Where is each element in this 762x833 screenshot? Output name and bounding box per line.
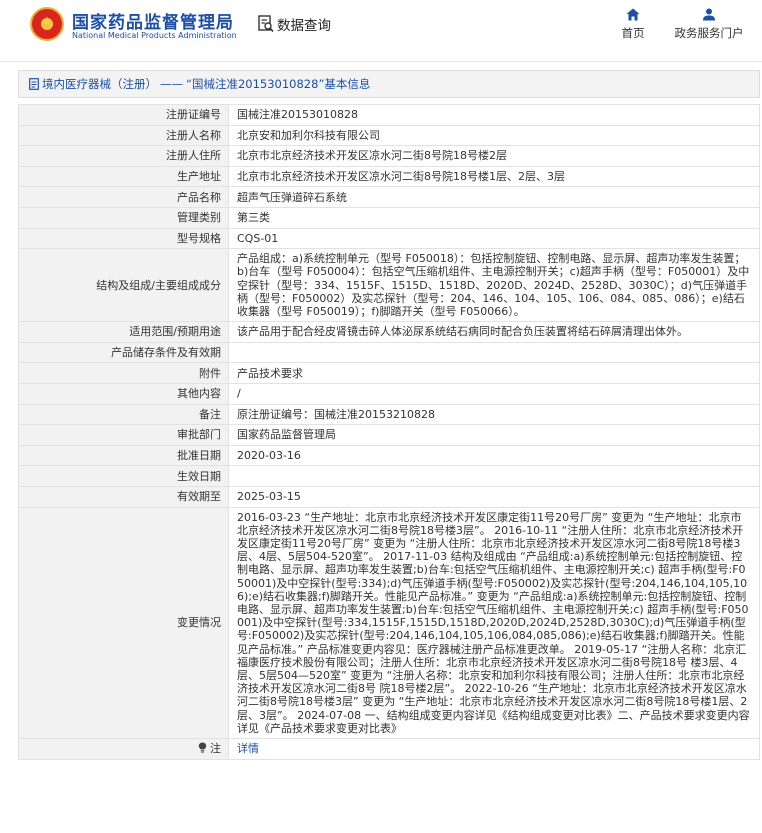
field-label: 注 [210, 742, 221, 756]
field-value-management-class: 第三类 [228, 206, 760, 229]
field-label: 结构及组成/主要组成成分 [18, 248, 229, 323]
table-row: 备注 原注册证编号：国械注准20153210828 [18, 403, 760, 426]
field-label: 备注 [18, 403, 229, 426]
field-value-approval-date: 2020-03-16 [228, 444, 760, 467]
field-label: 审批部门 [18, 424, 229, 446]
registration-info-table: 注册证编号 国械注准20153010828 注册人名称 北京安和加利尔科技有限公… [18, 104, 760, 760]
field-value-registrant-address: 北京市北京经济技术开发区凉水河二街8号院18号楼2层 [228, 145, 760, 167]
field-value-production-address: 北京市北京经济技术开发区凉水河二街8号院18号楼1层、2层、3层 [228, 165, 760, 188]
table-row: 其他内容 / [18, 382, 760, 405]
national-emblem-icon: ★ [30, 7, 64, 41]
field-value-change-history: 2016-03-23 “生产地址：北京市北京经济技术开发区康定街11号20号厂房… [228, 506, 760, 739]
table-row: 批准日期 2020-03-16 [18, 444, 760, 467]
field-value-remarks: 原注册证编号：国械注准20153210828 [228, 403, 760, 426]
field-label: 注册证编号 [18, 104, 229, 126]
field-label: 适用范围/预期用途 [18, 321, 229, 343]
field-label: 注册人名称 [18, 124, 229, 147]
details-cell: 详情 [228, 737, 760, 760]
field-value-attachment: 产品技术要求 [228, 362, 760, 384]
breadcrumb-separator: —— [160, 77, 183, 91]
table-row: 审批部门 国家药品监督管理局 [18, 424, 760, 446]
field-label: 附件 [18, 362, 229, 384]
field-value-storage [228, 341, 760, 364]
field-label: 生效日期 [18, 465, 229, 487]
field-value-registrant-name: 北京安和加利尔科技有限公司 [228, 124, 760, 147]
field-value-valid-until: 2025-03-15 [228, 485, 760, 508]
breadcrumb: 境内医疗器械（注册） —— “国械注准20153010828”基本信息 [18, 70, 760, 98]
table-row: 注册人名称 北京安和加利尔科技有限公司 [18, 124, 760, 147]
field-label: 变更情况 [18, 506, 229, 739]
nav-home[interactable]: 首页 [618, 8, 648, 41]
table-row: 注 详情 [18, 737, 760, 760]
field-value-structure: 产品组成：a)系统控制单元（型号 F050018）：包括控制旋钮、控制电路、显示… [228, 248, 760, 323]
breadcrumb-record-title: “国械注准20153010828”基本信息 [186, 77, 371, 91]
nav-home-label: 首页 [621, 26, 645, 40]
site-logo-title[interactable]: 国家药品监督管理局 [72, 8, 234, 33]
note-label-cell: 注 [18, 737, 229, 760]
field-label: 管理类别 [18, 206, 229, 229]
table-row: 结构及组成/主要组成成分 产品组成：a)系统控制单元（型号 F050018）：包… [18, 248, 760, 323]
table-row: 变更情况 2016-03-23 “生产地址：北京市北京经济技术开发区康定街11号… [18, 506, 760, 739]
table-row: 附件 产品技术要求 [18, 362, 760, 384]
table-row: 产品名称 超声气压弹道碎石系统 [18, 186, 760, 208]
field-label: 其他内容 [18, 382, 229, 405]
field-value-approval-dept: 国家药品监督管理局 [228, 424, 760, 446]
table-row: 有效期至 2025-03-15 [18, 485, 760, 508]
field-value-effective-date [228, 465, 760, 487]
field-value-product-name: 超声气压弹道碎石系统 [228, 186, 760, 208]
field-value-intended-use: 该产品用于配合经皮肾镜击碎人体泌尿系统结石病同时配合负压装置将结石碎屑清理出体外… [228, 321, 760, 343]
table-row: 注册证编号 国械注准20153010828 [18, 104, 760, 126]
user-icon [702, 8, 716, 21]
field-label: 产品名称 [18, 186, 229, 208]
home-icon [626, 8, 640, 21]
record-content: 境内医疗器械（注册） —— “国械注准20153010828”基本信息 注册证编… [18, 70, 760, 760]
field-label: 注册人住所 [18, 145, 229, 167]
data-query-label: 数据查询 [277, 18, 331, 34]
site-header: ★ 国家药品监督管理局 National Medical Products Ad… [0, 0, 762, 62]
site-logo-subtitle: National Medical Products Administration [72, 31, 237, 40]
table-row: 生效日期 [18, 465, 760, 487]
field-label: 型号规格 [18, 227, 229, 250]
data-query-link[interactable]: 数据查询 [258, 14, 331, 34]
field-label: 批准日期 [18, 444, 229, 467]
lightbulb-icon [198, 742, 211, 755]
table-row: 管理类别 第三类 [18, 206, 760, 229]
table-row: 适用范围/预期用途 该产品用于配合经皮肾镜击碎人体泌尿系统结石病同时配合负压装置… [18, 321, 760, 343]
field-label: 产品储存条件及有效期 [18, 341, 229, 364]
table-row: 产品储存条件及有效期 [18, 341, 760, 364]
field-value-other: / [228, 382, 760, 405]
field-value-certificate-no: 国械注准20153010828 [228, 104, 760, 126]
document-icon [29, 78, 39, 90]
field-label: 生产地址 [18, 165, 229, 188]
breadcrumb-category[interactable]: 境内医疗器械（注册） [42, 76, 157, 92]
document-search-icon [258, 15, 274, 33]
nav-government-services[interactable]: 政务服务门户 [670, 8, 748, 41]
table-row: 注册人住所 北京市北京经济技术开发区凉水河二街8号院18号楼2层 [18, 145, 760, 167]
field-value-model-spec: CQS-01 [228, 227, 760, 250]
table-row: 生产地址 北京市北京经济技术开发区凉水河二街8号院18号楼1层、2层、3层 [18, 165, 760, 188]
table-row: 型号规格 CQS-01 [18, 227, 760, 250]
details-link[interactable]: 详情 [237, 742, 259, 755]
field-label: 有效期至 [18, 485, 229, 508]
nav-government-services-label: 政务服务门户 [674, 26, 744, 40]
